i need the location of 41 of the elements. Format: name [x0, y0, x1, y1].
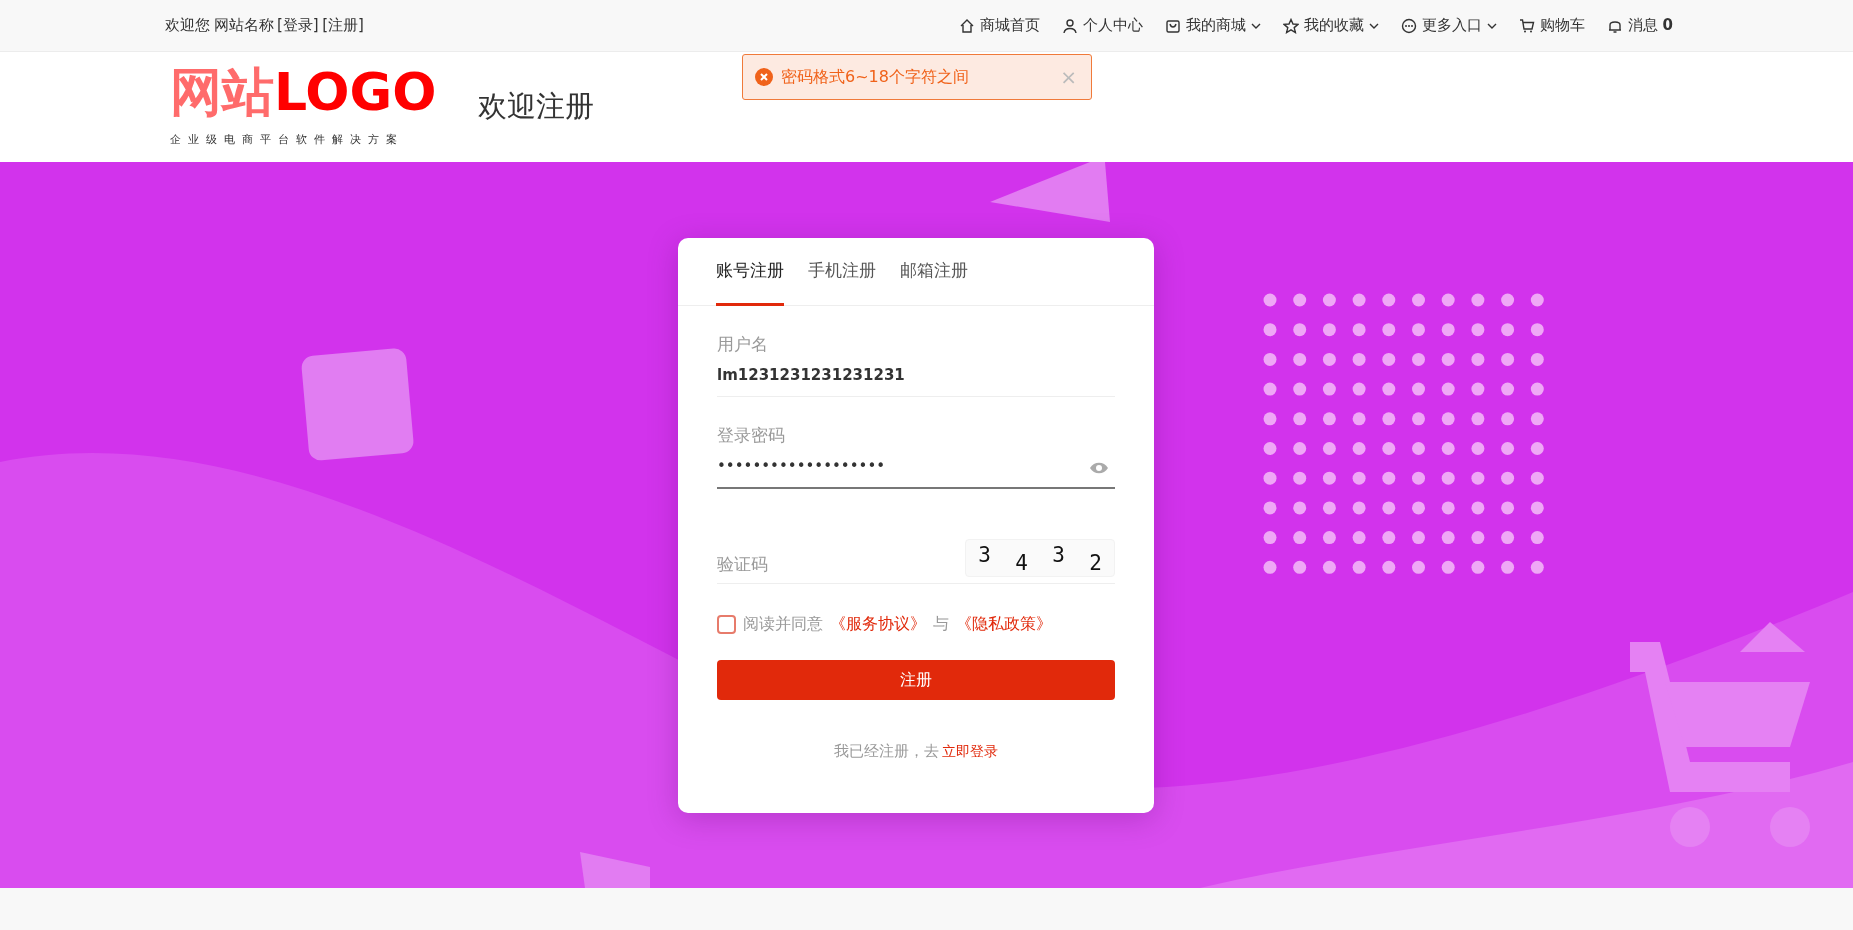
cart-icon — [1518, 17, 1535, 34]
tab[interactable]: 邮箱注册 — [900, 238, 968, 306]
page-title: 欢迎注册 — [478, 88, 595, 126]
tab[interactable]: 手机注册 — [808, 238, 876, 306]
field-label: 登录密码 — [717, 424, 786, 447]
eye-icon[interactable] — [1089, 460, 1109, 475]
field-label: 用户名 — [717, 333, 769, 356]
captcha-image[interactable]: 3 4 3 2 — [965, 539, 1115, 577]
tab[interactable]: 账号注册 — [716, 238, 784, 306]
login-link[interactable]: [登录] — [277, 14, 319, 37]
nav-link[interactable]: 我的商城 — [1164, 14, 1261, 37]
nav-link[interactable]: 更多入口 — [1400, 14, 1497, 37]
agreement-checkbox[interactable] — [717, 614, 736, 634]
site-name: 网站名称 — [213, 15, 274, 37]
username-field[interactable]: lm1231231231231231 — [717, 357, 1115, 397]
login-link[interactable]: 立即登录 — [942, 741, 999, 762]
logo-text: 网站 — [170, 65, 274, 118]
logo-text: LOGO — [274, 65, 437, 118]
field-label: 验证码 — [717, 552, 768, 576]
more-icon — [1400, 17, 1417, 34]
star-icon — [1282, 17, 1299, 34]
bag-icon — [1164, 17, 1181, 34]
terms-link[interactable]: 《服务协议》 — [830, 612, 926, 636]
agreement-text: 与 — [933, 613, 949, 635]
login-prompt: 我已经注册，去 — [833, 741, 939, 762]
welcome-text: 欢迎您 — [165, 15, 210, 37]
nav-link[interactable]: 消息 0 — [1606, 14, 1673, 37]
register-link[interactable]: [注册] — [322, 14, 364, 37]
nav-link[interactable]: 个人中心 — [1061, 14, 1143, 37]
nav-link[interactable]: 我的收藏 — [1282, 14, 1379, 37]
agreement-text: 阅读并同意 — [743, 613, 823, 635]
home-icon — [958, 17, 975, 34]
logo-tagline: 企业级电商平台软件解决方案 — [170, 131, 405, 148]
error-icon — [755, 68, 773, 86]
toast-message: 密码格式6~18个字符之间 — [781, 66, 969, 88]
user-icon — [1061, 17, 1078, 34]
message-count: 0 — [1662, 15, 1673, 37]
nav-link[interactable]: 商城首页 — [958, 14, 1040, 37]
privacy-link[interactable]: 《隐私政策》 — [956, 612, 1052, 636]
register-button[interactable]: 注册 — [717, 660, 1115, 700]
nav-link[interactable]: 购物车 — [1518, 14, 1585, 37]
